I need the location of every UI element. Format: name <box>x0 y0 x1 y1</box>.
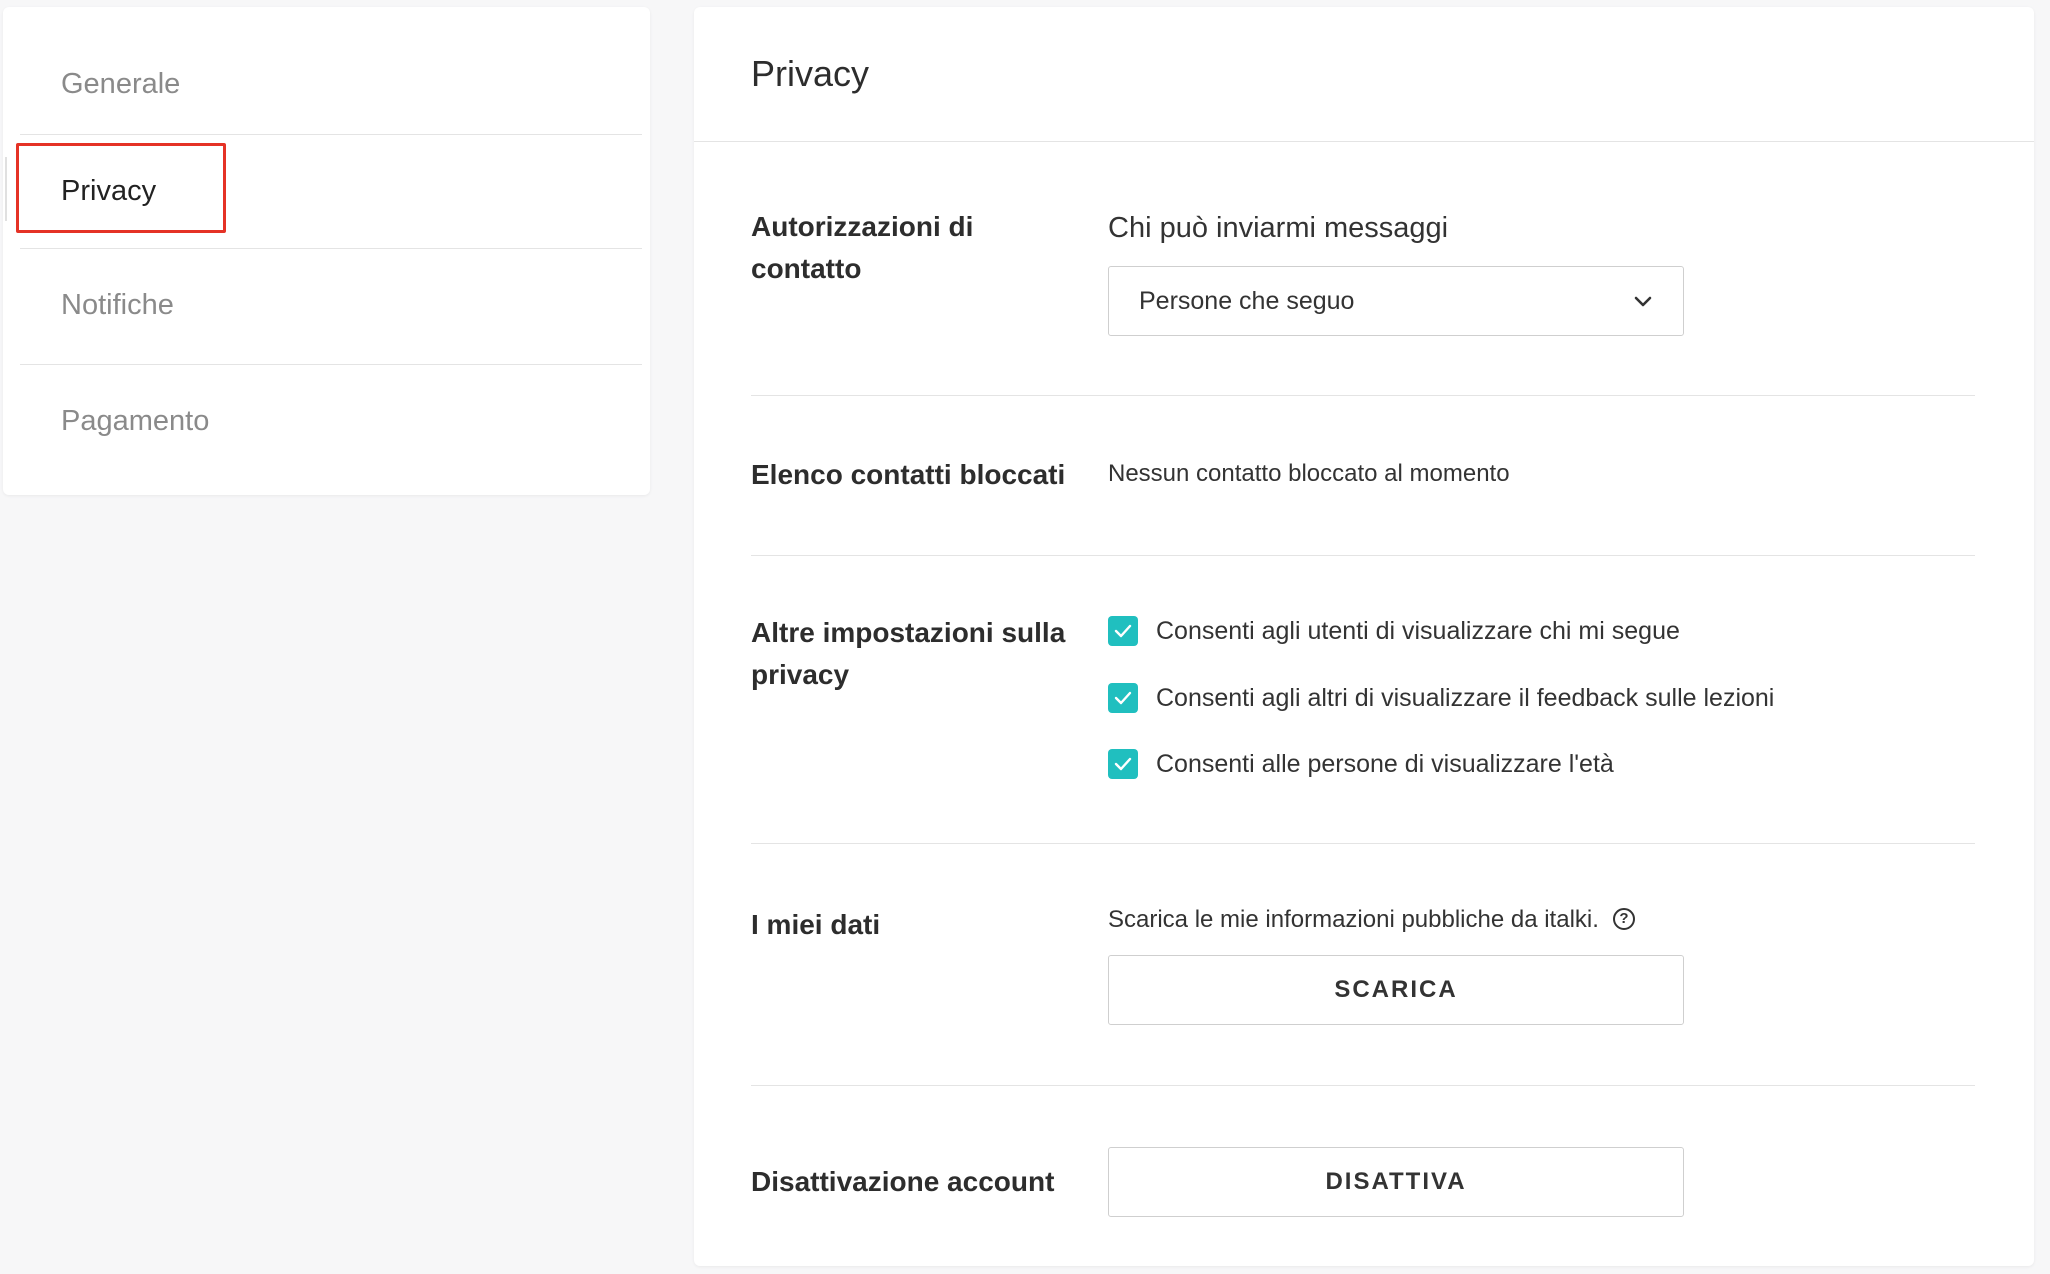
checkbox-checked[interactable] <box>1108 616 1138 646</box>
download-info: Scarica le mie informazioni pubbliche da… <box>1108 906 1635 934</box>
sidebar-item-pagamento[interactable]: Pagamento <box>20 364 642 478</box>
checkmark-icon <box>1114 757 1132 771</box>
option-show-age[interactable]: Consenti alle persone di visualizzare l'… <box>1108 749 1614 779</box>
option-show-feedback[interactable]: Consenti agli altri di visualizzare il f… <box>1108 683 1774 713</box>
active-indicator <box>5 157 7 221</box>
checkmark-icon <box>1114 624 1132 638</box>
option-label: Consenti agli utenti di visualizzare chi… <box>1156 616 1680 645</box>
messages-permission-select[interactable]: Persone che seguo <box>1108 266 1684 336</box>
sidebar-item-generale[interactable]: Generale <box>20 27 642 141</box>
section-label: Elenco contatti bloccati <box>751 459 1066 490</box>
page-title: Privacy <box>751 53 870 94</box>
field-label: Chi può inviarmi messaggi <box>1108 212 1449 244</box>
download-button[interactable]: SCARICA <box>1108 955 1684 1025</box>
option-label: Consenti alle persone di visualizzare l'… <box>1156 749 1614 778</box>
section-contact-permissions: Autorizzazioni di contatto Chi può invia… <box>751 142 1975 396</box>
checkbox-checked[interactable] <box>1108 683 1138 713</box>
section-my-data: I miei dati Scarica le mie informazioni … <box>751 844 1975 1086</box>
section-label: Disattivazione account <box>751 1166 1055 1197</box>
section-deactivate-account: Disattivazione account DISATTIVA <box>751 1086 1975 1266</box>
sidebar-item-label: Generale <box>61 67 181 100</box>
sidebar-item-notifiche[interactable]: Notifiche <box>20 248 642 362</box>
sidebar-item-label: Pagamento <box>61 405 210 437</box>
section-blocked-contacts: Elenco contatti bloccati Nessun contatto… <box>751 396 1975 556</box>
chevron-down-icon <box>1634 296 1652 307</box>
section-label: I miei dati <box>751 909 881 940</box>
sidebar-item-label: Privacy <box>61 175 157 207</box>
checkbox-checked[interactable] <box>1108 749 1138 779</box>
contact-content: Chi può inviarmi messaggi <box>1108 212 1448 245</box>
privacy-options: Consenti agli utenti di visualizzare chi… <box>1108 556 1968 844</box>
option-show-followers[interactable]: Consenti agli utenti di visualizzare chi… <box>1108 616 1680 646</box>
blocked-status-text: Nessun contatto bloccato al momento <box>1108 460 1510 487</box>
privacy-panel: Privacy Autorizzazioni di contatto Chi p… <box>694 7 2034 1266</box>
sidebar-item-privacy[interactable]: Privacy <box>5 134 642 248</box>
panel-header: Privacy <box>694 7 2034 142</box>
sidebar-item-label: Notifiche <box>61 289 174 321</box>
option-label: Consenti agli altri di visualizzare il f… <box>1156 683 1775 712</box>
help-icon[interactable]: ? <box>1612 907 1635 930</box>
section-label: Altre impostazioni sulla privacy <box>751 617 1066 690</box>
section-label: Autorizzazioni di contatto <box>751 211 974 284</box>
select-value: Persone che seguo <box>1139 286 1355 315</box>
download-info-text: Scarica le mie informazioni pubbliche da… <box>1108 906 1599 933</box>
settings-sidebar: Generale Privacy Notifiche Pagamento <box>3 7 650 495</box>
checkmark-icon <box>1114 691 1132 705</box>
deactivate-button[interactable]: DISATTIVA <box>1108 1147 1684 1217</box>
section-other-privacy: Altre impostazioni sulla privacy Consent… <box>751 556 1975 844</box>
